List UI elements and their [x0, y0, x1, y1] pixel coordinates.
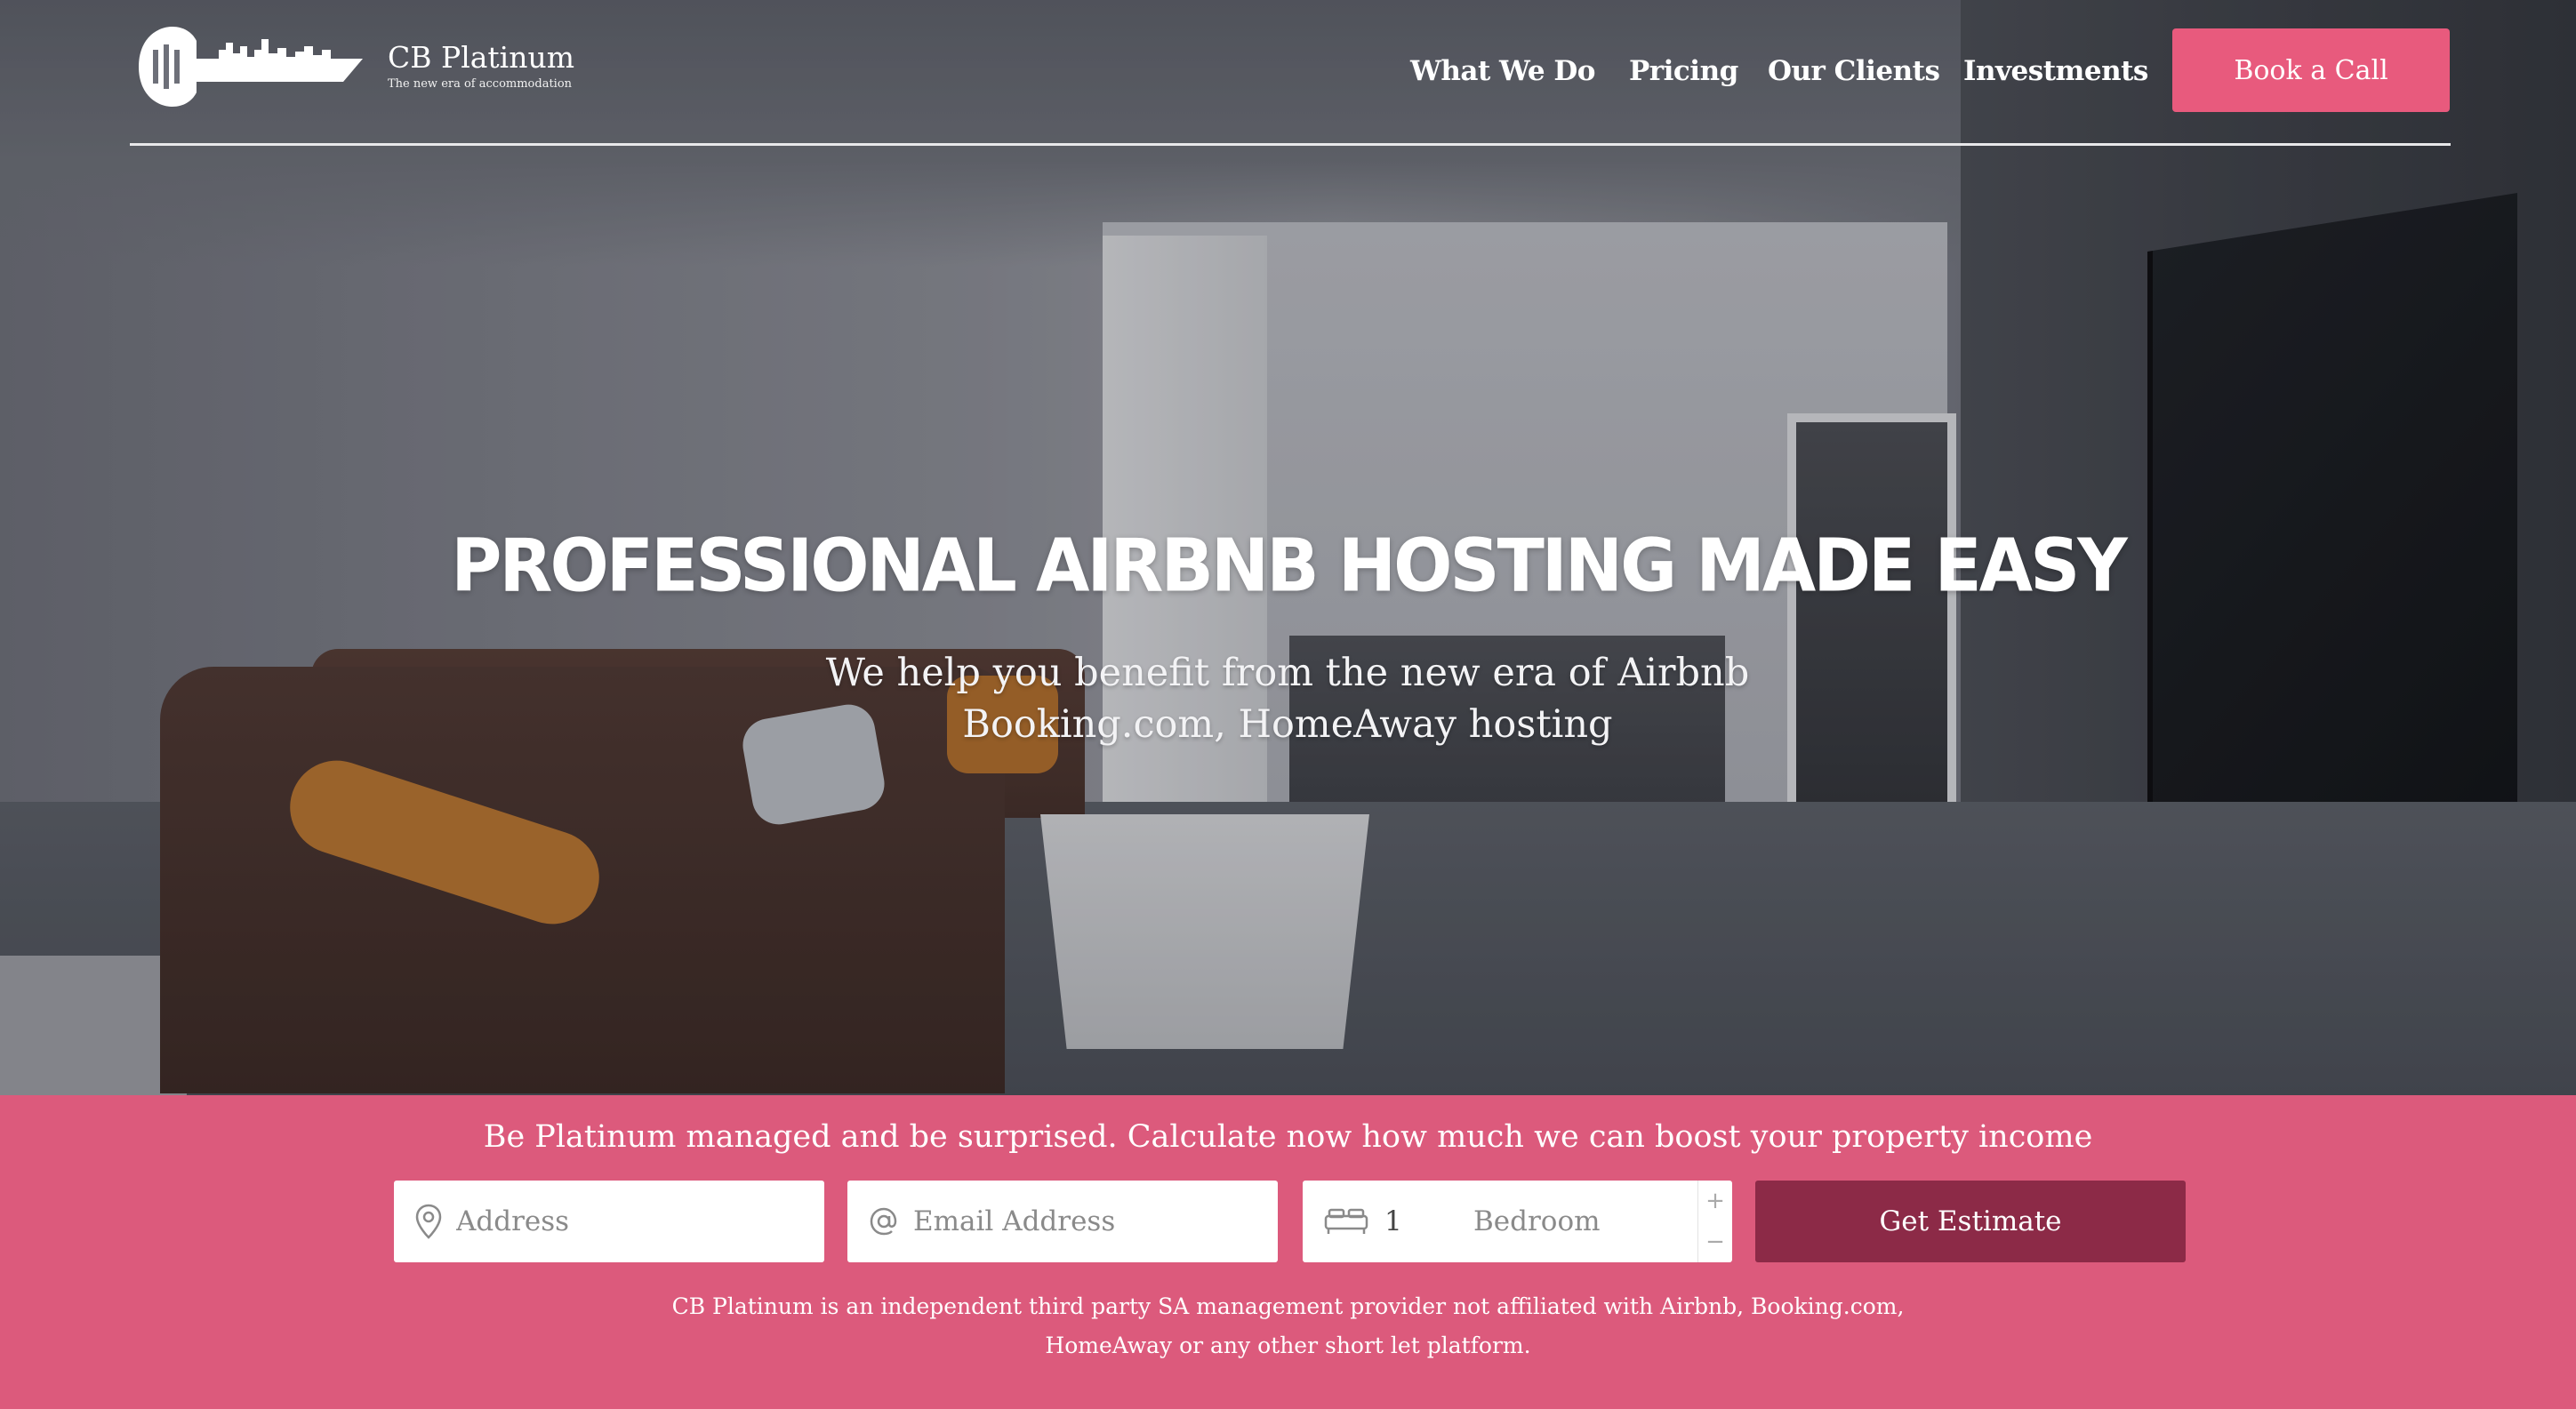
hero-subtitle-line: We help you benefit from the new era of … [825, 651, 1750, 695]
bedroom-label: Bedroom [1473, 1205, 1601, 1237]
estimate-headline: Be Platinum managed and be surprised. Ca… [483, 1119, 2093, 1155]
bedroom-count[interactable]: 1 [1384, 1205, 1456, 1237]
nav-item-our-clients[interactable]: Our Clients [1768, 52, 1940, 91]
estimate-section: Be Platinum managed and be surprised. Ca… [0, 1095, 2576, 1409]
address-input[interactable] [454, 1205, 796, 1238]
header-divider [130, 143, 2451, 146]
hero-subtitle-line: Booking.com, HomeAway hosting [962, 702, 1613, 747]
nav-item-investments[interactable]: Investments [1963, 52, 2148, 91]
plus-icon[interactable]: + [1698, 1181, 1732, 1221]
get-estimate-button[interactable]: Get Estimate [1755, 1181, 2186, 1262]
map-pin-icon [415, 1204, 442, 1239]
email-field[interactable] [847, 1181, 1278, 1262]
disclaimer-line: HomeAway or any other short let platform… [1045, 1333, 1531, 1358]
nav-item-pricing[interactable]: Pricing [1629, 52, 1738, 91]
bedroom-stepper[interactable]: 1 Bedroom + − [1303, 1181, 1732, 1262]
hero-title: PROFESSIONAL AIRBNB HOSTING MADE EASY [451, 524, 2128, 609]
minus-icon[interactable]: − [1698, 1221, 1732, 1262]
disclaimer: CB Platinum is an independent third part… [0, 1287, 2576, 1365]
book-a-call-button[interactable]: Book a Call [2172, 28, 2450, 112]
email-input[interactable] [911, 1205, 1253, 1238]
bed-icon [1324, 1207, 1368, 1236]
bedroom-stepper-controls: + − [1697, 1181, 1732, 1262]
address-field[interactable] [394, 1181, 824, 1262]
hero-subtitle: We help you benefit from the new era of … [754, 647, 1821, 750]
nav-item-what-we-do[interactable]: What We Do [1410, 52, 1595, 91]
at-sign-icon [869, 1206, 899, 1237]
site-header: CB Platinum The new era of accommodation… [0, 0, 2576, 151]
disclaimer-line: CB Platinum is an independent third part… [671, 1293, 1905, 1319]
